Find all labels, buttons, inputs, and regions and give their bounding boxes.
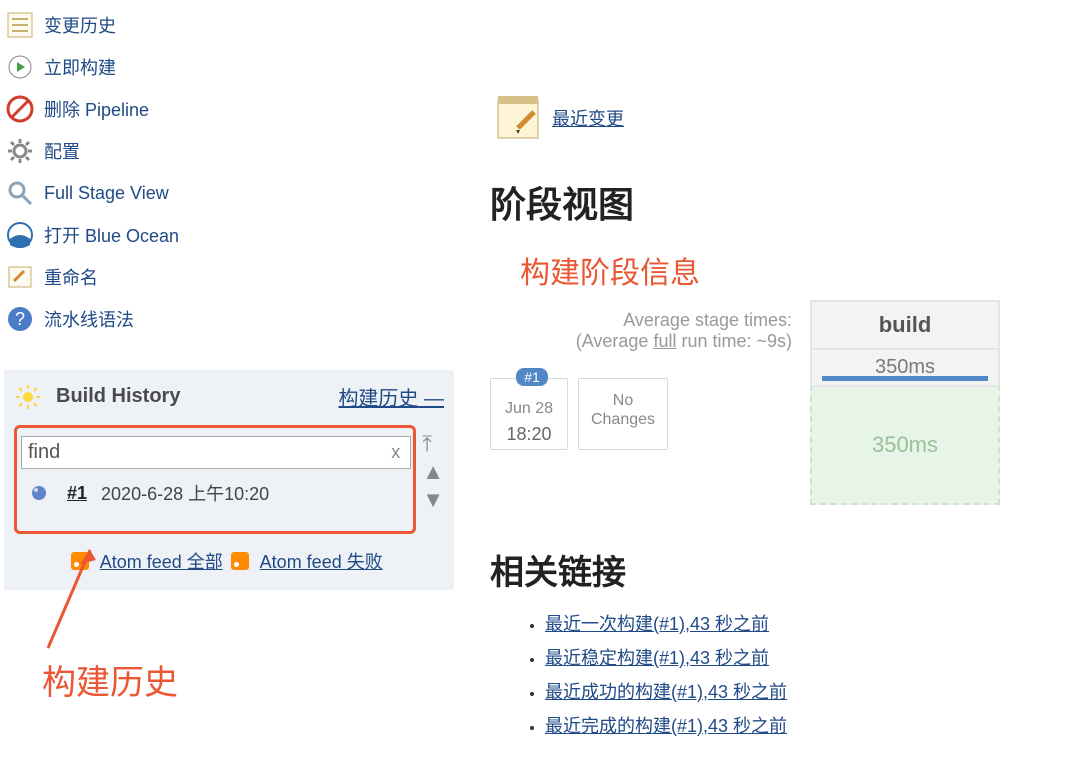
sidebar-item-label: 打开 Blue Ocean: [44, 222, 179, 248]
stage-column-build: build 350ms 350ms: [810, 300, 1000, 505]
list-item: 最近完成的构建(#1),43 秒之前: [545, 712, 1060, 738]
list-item: 最近成功的构建(#1),43 秒之前: [545, 678, 1060, 704]
sidebar-item-label: 配置: [44, 138, 80, 164]
sidebar-item-label: 变更历史: [44, 12, 116, 38]
sidebar-item-label: 删除 Pipeline: [44, 96, 149, 122]
search-icon: [6, 179, 34, 207]
related-links: 相关链接 最近一次构建(#1),43 秒之前 最近稳定构建(#1),43 秒之前…: [490, 545, 1060, 738]
sidebar-item-delete[interactable]: 删除 Pipeline: [4, 88, 454, 130]
help-icon: ?: [6, 305, 34, 333]
stage-no-changes-card[interactable]: NoChanges: [578, 378, 668, 450]
run-date: Jun 28: [491, 398, 567, 420]
history-icon: [6, 11, 34, 39]
build-history-nav: ⤒ ▲ ▼: [422, 425, 444, 534]
sidebar: 变更历史 立即构建 删除 Pipeline 配置 Full Stage View…: [4, 4, 454, 590]
sidebar-menu: 变更历史 立即构建 删除 Pipeline 配置 Full Stage View…: [4, 4, 454, 340]
clock-play-icon: [6, 53, 34, 81]
list-item: 最近一次构建(#1),43 秒之前: [545, 610, 1060, 636]
sidebar-item-blue-ocean[interactable]: 打开 Blue Ocean: [4, 214, 454, 256]
annotation-build-history-label: 构建历史: [42, 655, 178, 704]
stage-cell-build-time[interactable]: 350ms: [810, 385, 1000, 505]
stage-avg-text: Average stage times: (Average full run t…: [490, 300, 800, 362]
build-date: 2020-6-28 上午10:20: [101, 480, 269, 506]
sidebar-item-full-stage[interactable]: Full Stage View: [4, 172, 454, 214]
atom-feed-fail-link[interactable]: Atom feed 失败: [260, 552, 383, 572]
nav-up-icon[interactable]: ▲: [422, 461, 444, 483]
clear-search-button[interactable]: x: [381, 437, 410, 468]
rename-icon: [6, 263, 34, 291]
stage-column-avg-time: 350ms: [810, 350, 1000, 387]
delete-icon: [6, 95, 34, 123]
sidebar-item-changes[interactable]: 变更历史: [4, 4, 454, 46]
stage-run-card[interactable]: #1 Jun 28 18:20: [490, 378, 568, 450]
sidebar-item-label: 重命名: [44, 264, 98, 290]
rss-icon: [231, 552, 249, 570]
nav-top-icon[interactable]: ⤒: [422, 433, 444, 455]
stage-heading: 阶段视图: [490, 176, 1060, 228]
annotation-arrow: [30, 550, 130, 650]
orb-icon: [25, 479, 53, 507]
related-link[interactable]: 最近一次构建(#1),43 秒之前: [545, 614, 769, 634]
sidebar-item-build-now[interactable]: 立即构建: [4, 46, 454, 88]
recent-changes-link[interactable]: 最近变更: [552, 105, 624, 131]
stage-run-cards: #1 Jun 28 18:20 NoChanges: [490, 378, 690, 450]
blue-ocean-icon: [6, 221, 34, 249]
sidebar-item-rename[interactable]: 重命名: [4, 256, 454, 298]
sidebar-item-label: 流水线语法: [44, 306, 134, 332]
nav-down-icon[interactable]: ▼: [422, 489, 444, 511]
build-history-row[interactable]: #1 2020-6-28 上午10:20: [19, 471, 413, 511]
recent-changes-block: 最近变更: [490, 90, 1060, 146]
build-history-title: Build History: [56, 385, 180, 408]
related-link[interactable]: 最近稳定构建(#1),43 秒之前: [545, 648, 769, 668]
build-history-search-input[interactable]: [22, 437, 381, 468]
sidebar-item-label: 立即构建: [44, 54, 116, 80]
sidebar-item-syntax[interactable]: ? 流水线语法: [4, 298, 454, 340]
annotation-stage-label: 构建阶段信息: [520, 248, 1060, 292]
related-link[interactable]: 最近完成的构建(#1),43 秒之前: [545, 716, 787, 736]
build-history-trend-link[interactable]: 构建历史 —: [338, 382, 444, 411]
gear-icon: [6, 137, 34, 165]
list-item: 最近稳定构建(#1),43 秒之前: [545, 644, 1060, 670]
related-links-heading: 相关链接: [490, 545, 1060, 594]
sidebar-item-configure[interactable]: 配置: [4, 130, 454, 172]
build-history-highlight-box: x #1 2020-6-28 上午10:20: [14, 425, 416, 534]
sidebar-item-label: Full Stage View: [44, 183, 169, 204]
run-badge: #1: [516, 368, 548, 386]
sun-icon: [14, 383, 42, 411]
run-time: 18:20: [491, 420, 567, 449]
svg-text:?: ?: [15, 309, 25, 329]
related-link[interactable]: 最近成功的构建(#1),43 秒之前: [545, 682, 787, 702]
notepad-icon: [490, 90, 546, 146]
stage-column-header: build: [810, 300, 1000, 350]
build-number: #1: [67, 483, 87, 504]
main-content: 最近变更 阶段视图 构建阶段信息 Average stage times: (A…: [490, 90, 1060, 746]
